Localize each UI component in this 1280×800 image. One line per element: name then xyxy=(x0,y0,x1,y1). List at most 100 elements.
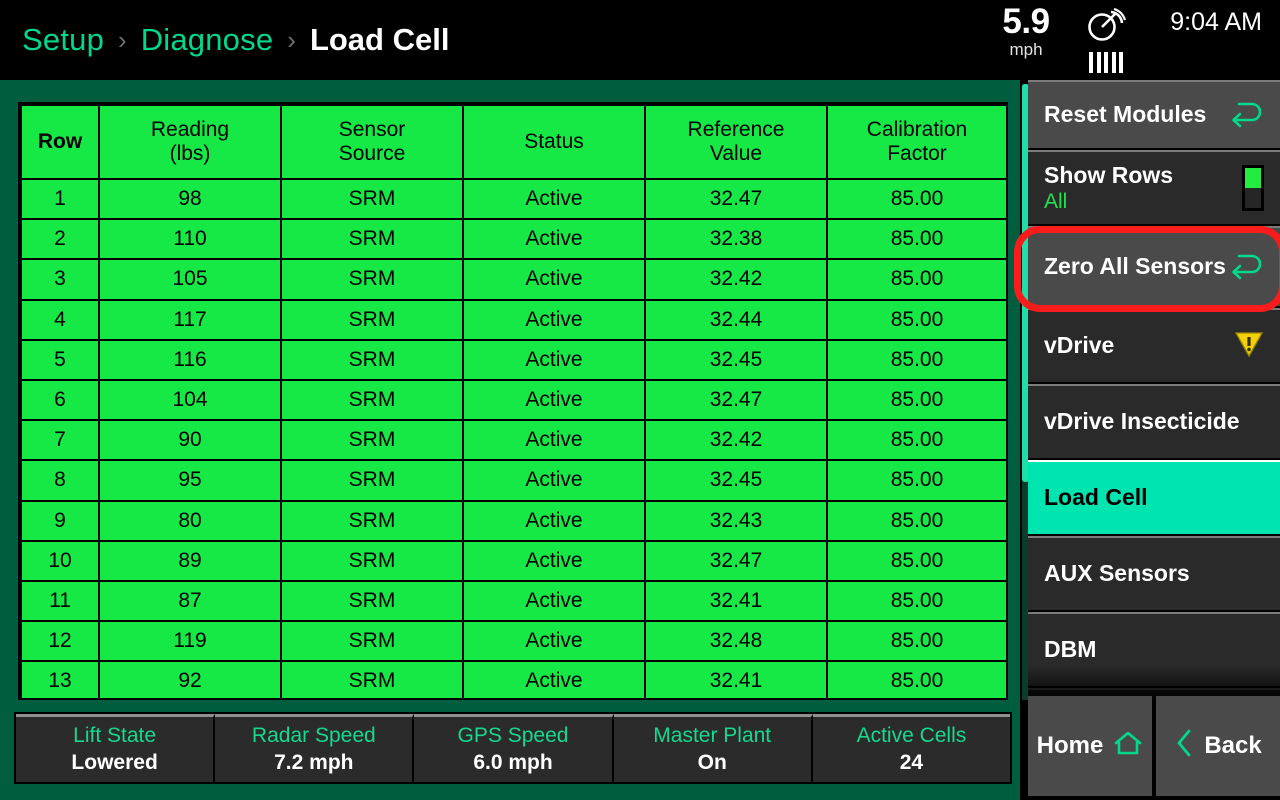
cell-source: SRM xyxy=(280,660,464,698)
top-bar: Setup › Diagnose › Load Cell 5.9 mph 9:0… xyxy=(0,0,1280,80)
gps-signal-indicator xyxy=(1075,7,1137,73)
column-header-reading: Reading (lbs) xyxy=(98,104,282,180)
cell-status: Active xyxy=(462,298,646,341)
sidebar-item-load-cell[interactable]: Load Cell xyxy=(1028,460,1280,536)
cell-source: SRM xyxy=(280,579,464,623)
cell-reference: 32.47 xyxy=(644,539,828,582)
table-row[interactable]: 13 92 SRM Active 32.41 85.00 xyxy=(20,660,1006,698)
cell-calibration: 85.00 xyxy=(826,539,1006,582)
load-cell-table-container[interactable]: Row Reading (lbs) Sensor Source Status R… xyxy=(18,102,1008,700)
table-row[interactable]: 1 98 SRM Active 32.47 85.00 xyxy=(20,177,1006,221)
column-header-sensor-source: Sensor Source xyxy=(280,104,464,180)
sidebar-item-text: vDrive Insecticide xyxy=(1044,408,1264,436)
cell-source: SRM xyxy=(280,419,464,462)
sidebar-item-text: vDrive xyxy=(1044,332,1234,360)
cell-reference: 32.45 xyxy=(644,459,828,502)
breadcrumb: Setup › Diagnose › Load Cell xyxy=(22,0,449,80)
cell-reference: 32.41 xyxy=(644,579,828,623)
table-row[interactable]: 5 116 SRM Active 32.45 85.00 xyxy=(20,338,1006,381)
warning-icon xyxy=(1234,330,1264,363)
cell-reference: 32.42 xyxy=(644,419,828,462)
chevron-left-icon xyxy=(1174,728,1194,765)
cell-reference: 32.48 xyxy=(644,620,828,663)
sidebar-item-label: Load Cell xyxy=(1044,484,1148,511)
sidebar-item-reset-modules[interactable]: Reset Modules xyxy=(1028,80,1280,150)
breadcrumb-item-diagnose[interactable]: Diagnose xyxy=(141,22,274,58)
table-row[interactable]: 6 104 SRM Active 32.47 85.00 xyxy=(20,378,1006,422)
cell-calibration: 85.00 xyxy=(826,620,1006,663)
column-header-status: Status xyxy=(462,104,646,180)
speed-indicator: 5.9 mph xyxy=(990,2,1062,59)
table-row[interactable]: 8 95 SRM Active 32.45 85.00 xyxy=(20,459,1006,502)
table-row[interactable]: 3 105 SRM Active 32.42 85.00 xyxy=(20,258,1006,301)
breadcrumb-separator-icon: › xyxy=(287,25,296,55)
cell-calibration: 85.00 xyxy=(826,177,1006,221)
table-row[interactable]: 12 119 SRM Active 32.48 85.00 xyxy=(20,620,1006,663)
table-row[interactable]: 4 117 SRM Active 32.44 85.00 xyxy=(20,298,1006,341)
status-tile-value: 7.2 mph xyxy=(274,750,354,774)
cell-status: Active xyxy=(462,539,646,582)
status-tile-value: On xyxy=(697,750,727,774)
reset-arrow-icon xyxy=(1230,98,1264,133)
status-tile-value: 24 xyxy=(899,750,924,774)
load-cell-table: Row Reading (lbs) Sensor Source Status R… xyxy=(20,104,1006,698)
status-tile[interactable]: GPS Speed 6.0 mph xyxy=(414,714,614,782)
back-button[interactable]: Back xyxy=(1156,696,1280,796)
table-row[interactable]: 2 110 SRM Active 32.38 85.00 xyxy=(20,218,1006,261)
sidebar-item-zero-all-sensors[interactable]: Zero All Sensors xyxy=(1028,226,1280,308)
cell-status: Active xyxy=(462,177,646,221)
cell-reference: 32.44 xyxy=(644,298,828,341)
table-row[interactable]: 11 87 SRM Active 32.41 85.00 xyxy=(20,579,1006,623)
cell-reference: 32.47 xyxy=(644,177,828,221)
speed-unit: mph xyxy=(1009,39,1043,59)
sidebar-nav-buttons: Home Back xyxy=(1028,696,1280,796)
cell-calibration: 85.00 xyxy=(826,378,1006,422)
bottom-status-bar: Lift State Lowered Radar Speed 7.2 mph GPS S… xyxy=(14,712,1012,784)
cell-calibration: 85.00 xyxy=(826,419,1006,462)
status-tile-value: Lowered xyxy=(71,750,158,774)
cell-row: 12 xyxy=(20,620,100,663)
status-tile[interactable]: Lift State Lowered xyxy=(16,714,216,782)
status-tile-label: GPS Speed xyxy=(457,724,569,748)
cell-reference: 32.47 xyxy=(644,378,828,422)
sidebar-item-text: AUX Sensors xyxy=(1044,560,1264,588)
cell-row: 8 xyxy=(20,459,100,502)
clock: 9:04 AM xyxy=(1170,8,1262,36)
table-row[interactable]: 10 89 SRM Active 32.47 85.00 xyxy=(20,539,1006,582)
cell-reading: 117 xyxy=(98,298,282,341)
cell-reading: 89 xyxy=(98,539,282,582)
status-tile[interactable]: Active Cells 24 xyxy=(812,714,1011,782)
cell-source: SRM xyxy=(280,177,464,221)
sidebar-item-text: Reset Modules xyxy=(1044,101,1230,129)
sidebar-item-vdrive-insecticide[interactable]: vDrive Insecticide xyxy=(1028,384,1280,460)
cell-status: Active xyxy=(462,499,646,542)
back-button-label: Back xyxy=(1204,732,1262,759)
sidebar-item-aux-sensors[interactable]: AUX Sensors xyxy=(1028,536,1280,612)
status-tile[interactable]: Master Plant On xyxy=(613,714,813,782)
sidebar-item-label: Show Rows xyxy=(1044,161,1174,188)
home-button[interactable]: Home xyxy=(1028,696,1152,796)
breadcrumb-item-setup[interactable]: Setup xyxy=(22,22,104,58)
breadcrumb-separator-icon: › xyxy=(118,25,127,55)
cell-source: SRM xyxy=(280,620,464,663)
table-row[interactable]: 7 90 SRM Active 32.42 85.00 xyxy=(20,419,1006,462)
sidebar-item-vdrive[interactable]: vDrive xyxy=(1028,308,1280,384)
sidebar-item-show-rows[interactable]: Show Rows All xyxy=(1028,150,1280,226)
cell-row: 5 xyxy=(20,338,100,381)
table-row[interactable]: 9 80 SRM Active 32.43 85.00 xyxy=(20,499,1006,542)
cell-source: SRM xyxy=(280,298,464,341)
status-tile-value: 6.0 mph xyxy=(473,750,553,774)
page-title: Load Cell xyxy=(309,22,450,57)
sidebar-item-text: Load Cell xyxy=(1044,484,1264,512)
cell-reading: 119 xyxy=(98,620,282,663)
app-root: Setup › Diagnose › Load Cell 5.9 mph 9:0… xyxy=(0,0,1280,800)
sidebar-item-label: Reset Modules xyxy=(1044,101,1207,128)
sidebar-item-value: All xyxy=(1044,190,1068,214)
sidebar-item-dbm[interactable]: DBM xyxy=(1028,612,1280,688)
cell-calibration: 85.00 xyxy=(826,499,1006,542)
cell-calibration: 85.00 xyxy=(826,218,1006,261)
status-tile[interactable]: Radar Speed 7.2 mph xyxy=(215,714,415,782)
cell-source: SRM xyxy=(280,378,464,422)
show-rows-toggle[interactable] xyxy=(1242,165,1264,211)
speed-value: 5.9 xyxy=(1002,2,1050,41)
